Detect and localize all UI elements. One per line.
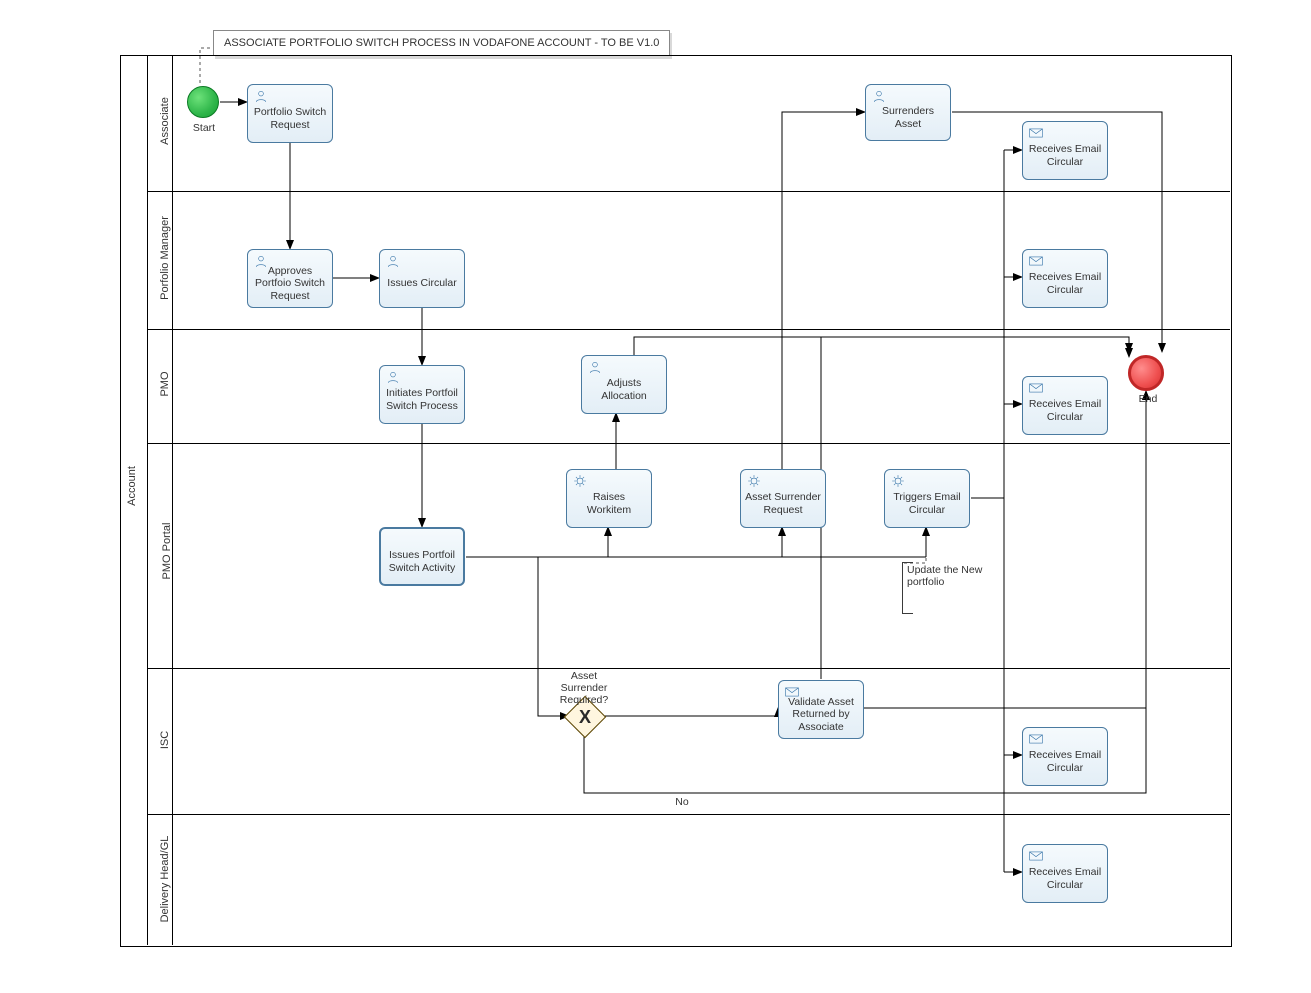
lane-label-porfolio-manager: Porfolio Manager [159, 203, 171, 313]
user-task-icon [386, 370, 400, 384]
task-label: Asset Surrender Request [745, 491, 821, 515]
user-task-icon [386, 254, 400, 268]
start-event-label: Start [186, 122, 222, 134]
annotation-update-new-portfolio: Update the New portfolio [902, 562, 999, 614]
diagram-title-text: ASSOCIATE PORTFOLIO SWITCH PROCESS IN VO… [224, 37, 659, 49]
task-label: Validate Asset Returned by Associate [783, 696, 859, 732]
task-receives-email-circular-dh: Receives Email Circular [1022, 844, 1108, 903]
task-asset-surrender-request: Asset Surrender Request [740, 469, 826, 528]
task-receives-email-circular-associate: Receives Email Circular [1022, 121, 1108, 180]
task-label: Adjusts Allocation [586, 377, 662, 401]
diagram-canvas: ASSOCIATE PORTFOLIO SWITCH PROCESS IN VO… [0, 0, 1311, 993]
task-receives-email-circular-pm: Receives Email Circular [1022, 249, 1108, 308]
task-label: Receives Email Circular [1027, 143, 1103, 167]
user-task-icon [872, 89, 886, 103]
lane-sep-4 [147, 668, 1230, 669]
message-task-icon [1029, 732, 1043, 746]
task-label: Raises Workitem [571, 491, 647, 515]
task-label: Receives Email Circular [1027, 271, 1103, 295]
end-event [1128, 355, 1164, 391]
lane-sep-1 [147, 191, 1230, 192]
task-portfolio-switch-request: Portfolio Switch Request [247, 84, 333, 143]
task-issues-circular: Issues Circular [379, 249, 465, 308]
task-adjusts-allocation: Adjusts Allocation [581, 355, 667, 414]
lane-sep-2 [147, 329, 1230, 330]
lane-sep-5 [147, 814, 1230, 815]
task-label: Approves Portfoio Switch Request [252, 265, 328, 301]
lane-header-separator [172, 55, 173, 945]
user-task-icon [254, 254, 268, 268]
user-task-icon [254, 89, 268, 103]
message-task-icon [1029, 381, 1043, 395]
task-approves-portfolio-switch-request: Approves Portfoio Switch Request [247, 249, 333, 308]
task-raises-workitem: Raises Workitem [566, 469, 652, 528]
task-issues-portfolio-switch-activity: Issues Portfoil Switch Activity [379, 527, 465, 586]
lane-label-isc: ISC [159, 715, 171, 765]
task-triggers-email-circular: Triggers Email Circular [884, 469, 970, 528]
start-event [187, 86, 219, 118]
task-validate-asset-returned: Validate Asset Returned by Associate [778, 680, 864, 739]
user-task-icon [588, 360, 602, 374]
task-label: Surrenders Asset [870, 105, 946, 129]
gateway-no-label: No [670, 796, 694, 808]
pool-label: Account [126, 461, 138, 511]
lane-label-associate: Associate [159, 86, 171, 156]
lane-sep-3 [147, 443, 1230, 444]
message-task-icon [1029, 126, 1043, 140]
service-task-icon [891, 474, 905, 488]
task-label: Receives Email Circular [1027, 398, 1103, 422]
gateway-label: Asset Surrender Required? [551, 670, 617, 706]
message-task-icon [1029, 254, 1043, 268]
task-receives-email-circular-isc: Receives Email Circular [1022, 727, 1108, 786]
service-task-icon [747, 474, 761, 488]
task-label: Receives Email Circular [1027, 866, 1103, 890]
task-initiates-portfolio-switch-process: Initiates Portfoil Switch Process [379, 365, 465, 424]
task-label: Initiates Portfoil Switch Process [384, 387, 460, 411]
pool-header-separator [147, 55, 148, 945]
lane-label-pmo-portal: PMO Portal [161, 506, 173, 596]
message-task-icon [785, 685, 799, 699]
task-surrenders-asset: Surrenders Asset [865, 84, 951, 141]
task-label: Receives Email Circular [1027, 749, 1103, 773]
task-label: Issues Portfoil Switch Activity [385, 549, 459, 573]
task-label: Triggers Email Circular [889, 491, 965, 515]
service-task-icon [573, 474, 587, 488]
task-label: Portfolio Switch Request [252, 106, 328, 130]
diagram-title-annotation: ASSOCIATE PORTFOLIO SWITCH PROCESS IN VO… [213, 30, 670, 56]
lane-label-delivery-head-gl: Delivery Head/GL [159, 824, 171, 934]
message-task-icon [1029, 849, 1043, 863]
lane-label-pmo: PMO [159, 359, 171, 409]
end-event-label: End [1136, 393, 1160, 405]
annotation-text: Update the New portfolio [907, 564, 982, 588]
task-label: Issues Circular [387, 277, 456, 289]
task-receives-email-circular-pmo: Receives Email Circular [1022, 376, 1108, 435]
